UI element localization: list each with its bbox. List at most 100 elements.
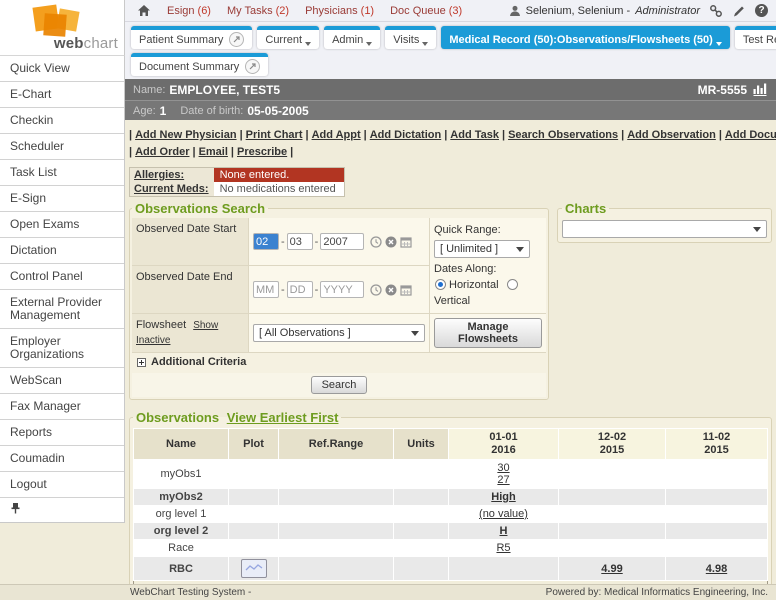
sidebar-item-logout[interactable]: Logout <box>0 472 124 498</box>
link-print-chart[interactable]: Print Chart <box>246 129 303 141</box>
footer-powered-by: Powered by: Medical Informatics Engineer… <box>546 587 768 598</box>
link-prescribe[interactable]: Prescribe <box>237 146 287 158</box>
table-row: org level 2 H <box>134 523 768 540</box>
sparkline-icon <box>245 563 263 573</box>
end-year-input[interactable] <box>320 281 364 298</box>
start-year-input[interactable] <box>320 233 364 250</box>
link-add-document[interactable]: Add Document <box>725 129 776 141</box>
tab-document-summary[interactable]: Document Summary <box>131 53 268 76</box>
link-add-appt[interactable]: Add Appt <box>312 129 361 141</box>
search-button[interactable]: Search <box>311 376 368 394</box>
clear-date-icon[interactable] <box>385 236 397 248</box>
sidebar-item-webscan[interactable]: WebScan <box>0 368 124 394</box>
sidebar-item-open-exams[interactable]: Open Exams <box>0 212 124 238</box>
current-meds-link[interactable]: Current Meds: <box>130 182 214 196</box>
chevron-down-icon <box>753 227 761 232</box>
sidebar-item-dictation[interactable]: Dictation <box>0 238 124 264</box>
observed-date-start-label: Observed Date Start <box>132 218 248 265</box>
link-add-task[interactable]: Add Task <box>450 129 499 141</box>
sidebar-item-task-list[interactable]: Task List <box>0 160 124 186</box>
bar-chart-icon[interactable] <box>753 83 768 96</box>
link-separator: | <box>192 146 195 158</box>
additional-criteria-label: Additional Criteria <box>151 356 246 368</box>
tab-test-results[interactable]: Test Results <box>735 26 776 49</box>
sidebar-item-checkin[interactable]: Checkin <box>0 108 124 134</box>
help-icon[interactable]: ? <box>755 4 768 17</box>
charts-panel: Charts <box>557 201 772 243</box>
col-header-units: Units <box>394 429 449 460</box>
clock-icon[interactable] <box>370 284 382 296</box>
nav-my-tasks[interactable]: My Tasks(2) <box>227 5 289 17</box>
link-icon[interactable] <box>709 4 723 18</box>
radio-vertical[interactable] <box>507 279 518 290</box>
sidebar-item-reports[interactable]: Reports <box>0 420 124 446</box>
pencil-icon[interactable] <box>732 4 746 18</box>
sidebar-item-external-provider-management[interactable]: External Provider Management <box>0 290 124 329</box>
link-add-observation[interactable]: Add Observation <box>627 129 716 141</box>
start-day-input[interactable] <box>287 233 313 250</box>
open-in-new-icon[interactable] <box>229 32 244 47</box>
table-row: org level 1 (no value) <box>134 506 768 523</box>
quick-range-select[interactable]: [ Unlimited ] <box>434 240 530 258</box>
nav-physicians[interactable]: Physicians(1) <box>305 5 374 17</box>
sidebar-pin-toggle[interactable] <box>0 498 124 522</box>
observations-table: Name Plot Ref.Range Units 01-012016 12-0… <box>133 428 768 581</box>
obs-value-link[interactable]: 4.98 <box>706 563 727 575</box>
sidebar-item-e-sign[interactable]: E-Sign <box>0 186 124 212</box>
obs-value-link[interactable]: 27 <box>497 474 509 486</box>
manage-flowsheets-button[interactable]: Manage Flowsheets <box>434 318 542 348</box>
obs-value-link[interactable]: (no value) <box>479 508 528 520</box>
observed-date-start-inputs: - - <box>249 218 429 265</box>
link-add-order[interactable]: Add Order <box>135 146 189 158</box>
nav-esign[interactable]: Esign(6) <box>167 5 211 17</box>
allergies-link[interactable]: Allergies: <box>130 168 214 182</box>
home-icon[interactable] <box>137 4 151 17</box>
calendar-icon[interactable] <box>400 236 412 248</box>
obs-value-link[interactable]: H <box>500 525 508 537</box>
sidebar-item-employer-organizations[interactable]: Employer Organizations <box>0 329 124 368</box>
tab-admin[interactable]: Admin <box>324 26 380 49</box>
tab-patient-summary[interactable]: Patient Summary <box>131 26 252 49</box>
user-icon <box>509 5 521 17</box>
tab-medical-record-observations[interactable]: Medical Record (50):Observations/Flowshe… <box>441 26 729 49</box>
clock-icon[interactable] <box>370 236 382 248</box>
end-day-input[interactable] <box>287 281 313 298</box>
plot-chart-button[interactable] <box>241 559 267 578</box>
sidebar-item-e-chart[interactable]: E-Chart <box>0 82 124 108</box>
obs-value-link[interactable]: 4.99 <box>601 563 622 575</box>
charts-select[interactable] <box>562 220 767 238</box>
obs-name: org level 2 <box>134 523 229 540</box>
view-earliest-first-link[interactable]: View Earliest First <box>227 410 339 425</box>
link-add-new-physician[interactable]: Add New Physician <box>135 129 236 141</box>
user-name: Selenium, Selenium - <box>526 5 631 17</box>
clear-date-icon[interactable] <box>385 284 397 296</box>
sidebar-item-coumadin[interactable]: Coumadin <box>0 446 124 472</box>
link-search-observations[interactable]: Search Observations <box>508 129 618 141</box>
radio-horizontal[interactable] <box>435 279 446 290</box>
calendar-icon[interactable] <box>400 284 412 296</box>
link-add-dictation[interactable]: Add Dictation <box>370 129 442 141</box>
sidebar-item-scheduler[interactable]: Scheduler <box>0 134 124 160</box>
additional-criteria-expander[interactable]: Additional Criteria <box>132 352 546 371</box>
obs-value-link[interactable]: R5 <box>496 542 510 554</box>
end-month-input[interactable] <box>253 281 279 298</box>
open-in-new-icon[interactable] <box>245 59 260 74</box>
start-month-input[interactable] <box>253 233 279 250</box>
table-row: myObs1 3027 <box>134 460 768 489</box>
obs-value-link[interactable]: 30 <box>497 462 509 474</box>
allergies-meds-box: Allergies: None entered. Current Meds: N… <box>129 167 345 197</box>
flowsheet-select[interactable]: [ All Observations ] <box>253 324 425 342</box>
nav-doc-queue-count: (3) <box>449 5 462 17</box>
caret-icon <box>305 42 311 46</box>
sidebar-item-fax-manager[interactable]: Fax Manager <box>0 394 124 420</box>
tab-current[interactable]: Current <box>257 26 319 49</box>
logo-chart: chart <box>84 35 118 52</box>
nav-doc-queue[interactable]: Doc Queue(3) <box>390 5 462 17</box>
sidebar-item-control-panel[interactable]: Control Panel <box>0 264 124 290</box>
action-links-row2: |Add Order|Email|Prescribe| <box>129 144 293 161</box>
obs-value-link[interactable]: High <box>491 491 515 503</box>
tab-visits[interactable]: Visits <box>385 26 436 49</box>
tab-label: Document Summary <box>139 61 239 73</box>
sidebar-item-quick-view[interactable]: Quick View <box>0 56 124 82</box>
link-email[interactable]: Email <box>199 146 228 158</box>
